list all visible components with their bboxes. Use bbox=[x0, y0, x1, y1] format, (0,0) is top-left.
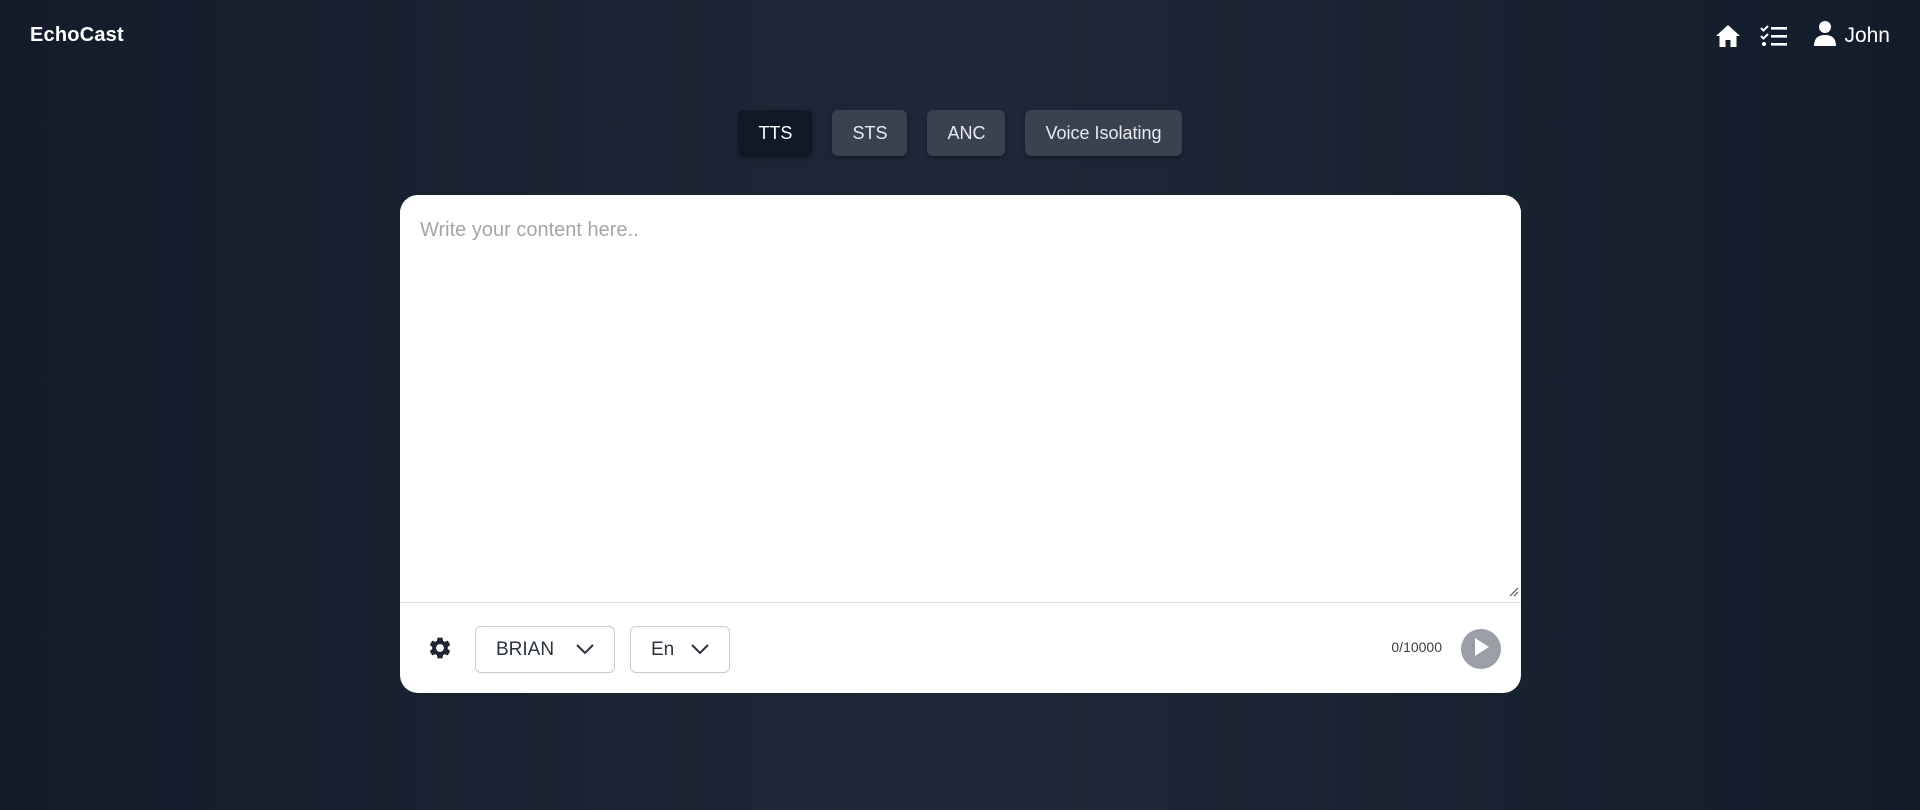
user-menu[interactable]: John bbox=[1814, 20, 1890, 51]
chevron-down-icon bbox=[576, 639, 594, 661]
brand-logo[interactable]: EchoCast bbox=[30, 24, 124, 47]
tts-card: BRIAN En 0/10000 bbox=[400, 195, 1521, 693]
top-navbar: EchoCast John bbox=[0, 0, 1920, 72]
resize-handle-icon[interactable] bbox=[1505, 583, 1519, 597]
checklist-icon[interactable] bbox=[1760, 22, 1788, 50]
user-icon bbox=[1814, 20, 1837, 51]
char-counter: 0/10000 bbox=[1391, 639, 1442, 655]
user-name: John bbox=[1844, 23, 1890, 47]
chevron-down-icon bbox=[691, 639, 709, 661]
editor-footer: BRIAN En 0/10000 bbox=[400, 603, 1521, 693]
nav-actions: John bbox=[1714, 20, 1890, 51]
language-select-value: En bbox=[651, 638, 675, 660]
tab-voice-isolating[interactable]: Voice Isolating bbox=[1025, 110, 1182, 156]
gear-icon[interactable] bbox=[427, 635, 453, 661]
tab-sts[interactable]: STS bbox=[832, 110, 908, 156]
play-button[interactable] bbox=[1461, 629, 1501, 669]
tab-anc[interactable]: ANC bbox=[927, 110, 1006, 156]
voice-select-value: BRIAN bbox=[496, 638, 555, 660]
tab-tts[interactable]: TTS bbox=[738, 110, 813, 156]
voice-select[interactable]: BRIAN bbox=[475, 626, 615, 673]
home-icon[interactable] bbox=[1714, 22, 1742, 50]
play-icon bbox=[1472, 637, 1490, 662]
content-textarea[interactable] bbox=[400, 195, 1521, 603]
language-select[interactable]: En bbox=[630, 626, 730, 673]
mode-tabs: TTS STS ANC Voice Isolating bbox=[0, 110, 1920, 156]
